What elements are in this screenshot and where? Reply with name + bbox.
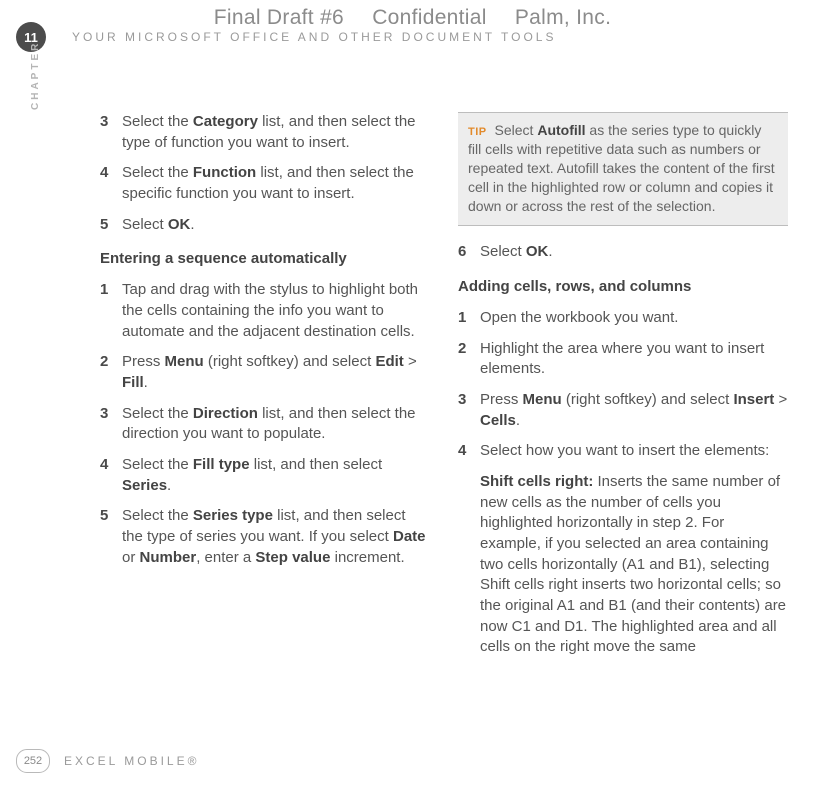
numbered-step: 4Select the Function list, and then sele…: [100, 163, 430, 204]
numbered-step: 1Open the workbook you want.: [458, 308, 788, 329]
step-text: Press Menu (right softkey) and select In…: [480, 390, 788, 431]
tip-label: TIP: [468, 126, 487, 138]
body-columns: 3Select the Category list, and then sele…: [100, 112, 790, 658]
step-text: Select the Function list, and then selec…: [122, 163, 430, 204]
step-text: Tap and drag with the stylus to highligh…: [122, 280, 430, 342]
left-column: 3Select the Category list, and then sele…: [100, 112, 430, 658]
numbered-step: 3Select the Direction list, and then sel…: [100, 404, 430, 445]
step-number: 3: [100, 112, 122, 153]
chapter-side-label: CHAPTER: [30, 41, 41, 110]
step-number: 5: [100, 506, 122, 568]
tip-box: TIP Select Autofill as the series type t…: [458, 112, 788, 226]
numbered-step: 4Select how you want to insert the eleme…: [458, 441, 788, 462]
numbered-step: 5Select OK.: [100, 215, 430, 236]
step-text: Select OK.: [122, 215, 430, 236]
numbered-step: 2Highlight the area where you want to in…: [458, 339, 788, 380]
step-text: Open the workbook you want.: [480, 308, 788, 329]
watermark-a: Final Draft #6: [214, 6, 344, 29]
step-number: 2: [100, 352, 122, 393]
chapter-header-label: YOUR MICROSOFT OFFICE AND OTHER DOCUMENT…: [72, 30, 556, 44]
sub-option-body: Inserts the same number of new cells as …: [480, 473, 786, 656]
numbered-step: 6Select OK.: [458, 242, 788, 263]
tip-text: Select Autofill as the series type to qu…: [468, 122, 775, 214]
step-number: 5: [100, 215, 122, 236]
step-text: Highlight the area where you want to ins…: [480, 339, 788, 380]
step-number: 3: [100, 404, 122, 445]
step-text: Select the Fill type list, and then sele…: [122, 455, 430, 496]
watermark-c: Palm, Inc.: [515, 6, 611, 29]
step-number: 3: [458, 390, 480, 431]
step-text: Select OK.: [480, 242, 788, 263]
numbered-step: 3Press Menu (right softkey) and select I…: [458, 390, 788, 431]
step-number: 6: [458, 242, 480, 263]
right-column: TIP Select Autofill as the series type t…: [458, 112, 788, 658]
footer: 252 EXCEL MOBILE®: [16, 749, 199, 773]
step-number: 1: [458, 308, 480, 329]
step-number: 1: [100, 280, 122, 342]
step-text: Select the Series type list, and then se…: [122, 506, 430, 568]
section-heading: Adding cells, rows, and columns: [458, 277, 788, 298]
numbered-step: 1Tap and drag with the stylus to highlig…: [100, 280, 430, 342]
numbered-step: 4Select the Fill type list, and then sel…: [100, 455, 430, 496]
step-number: 4: [100, 163, 122, 204]
numbered-step: 5Select the Series type list, and then s…: [100, 506, 430, 568]
section-heading: Entering a sequence automatically: [100, 249, 430, 270]
step-number: 4: [100, 455, 122, 496]
numbered-step: 3Select the Category list, and then sele…: [100, 112, 430, 153]
numbered-step: 2Press Menu (right softkey) and select E…: [100, 352, 430, 393]
watermark-b: Confidential: [372, 6, 487, 29]
step-text: Select the Category list, and then selec…: [122, 112, 430, 153]
step-text: Select the Direction list, and then sele…: [122, 404, 430, 445]
step-text: Select how you want to insert the elemen…: [480, 441, 788, 462]
sub-option: Shift cells right: Inserts the same numb…: [480, 472, 788, 658]
page-number-badge: 252: [16, 749, 50, 773]
step-text: Press Menu (right softkey) and select Ed…: [122, 352, 430, 393]
step-number: 2: [458, 339, 480, 380]
sub-option-title: Shift cells right:: [480, 473, 593, 490]
watermark: Final Draft #6 Confidential Palm, Inc.: [0, 6, 825, 30]
footer-label: EXCEL MOBILE®: [64, 754, 199, 768]
page-number: 252: [24, 755, 42, 767]
step-number: 4: [458, 441, 480, 462]
